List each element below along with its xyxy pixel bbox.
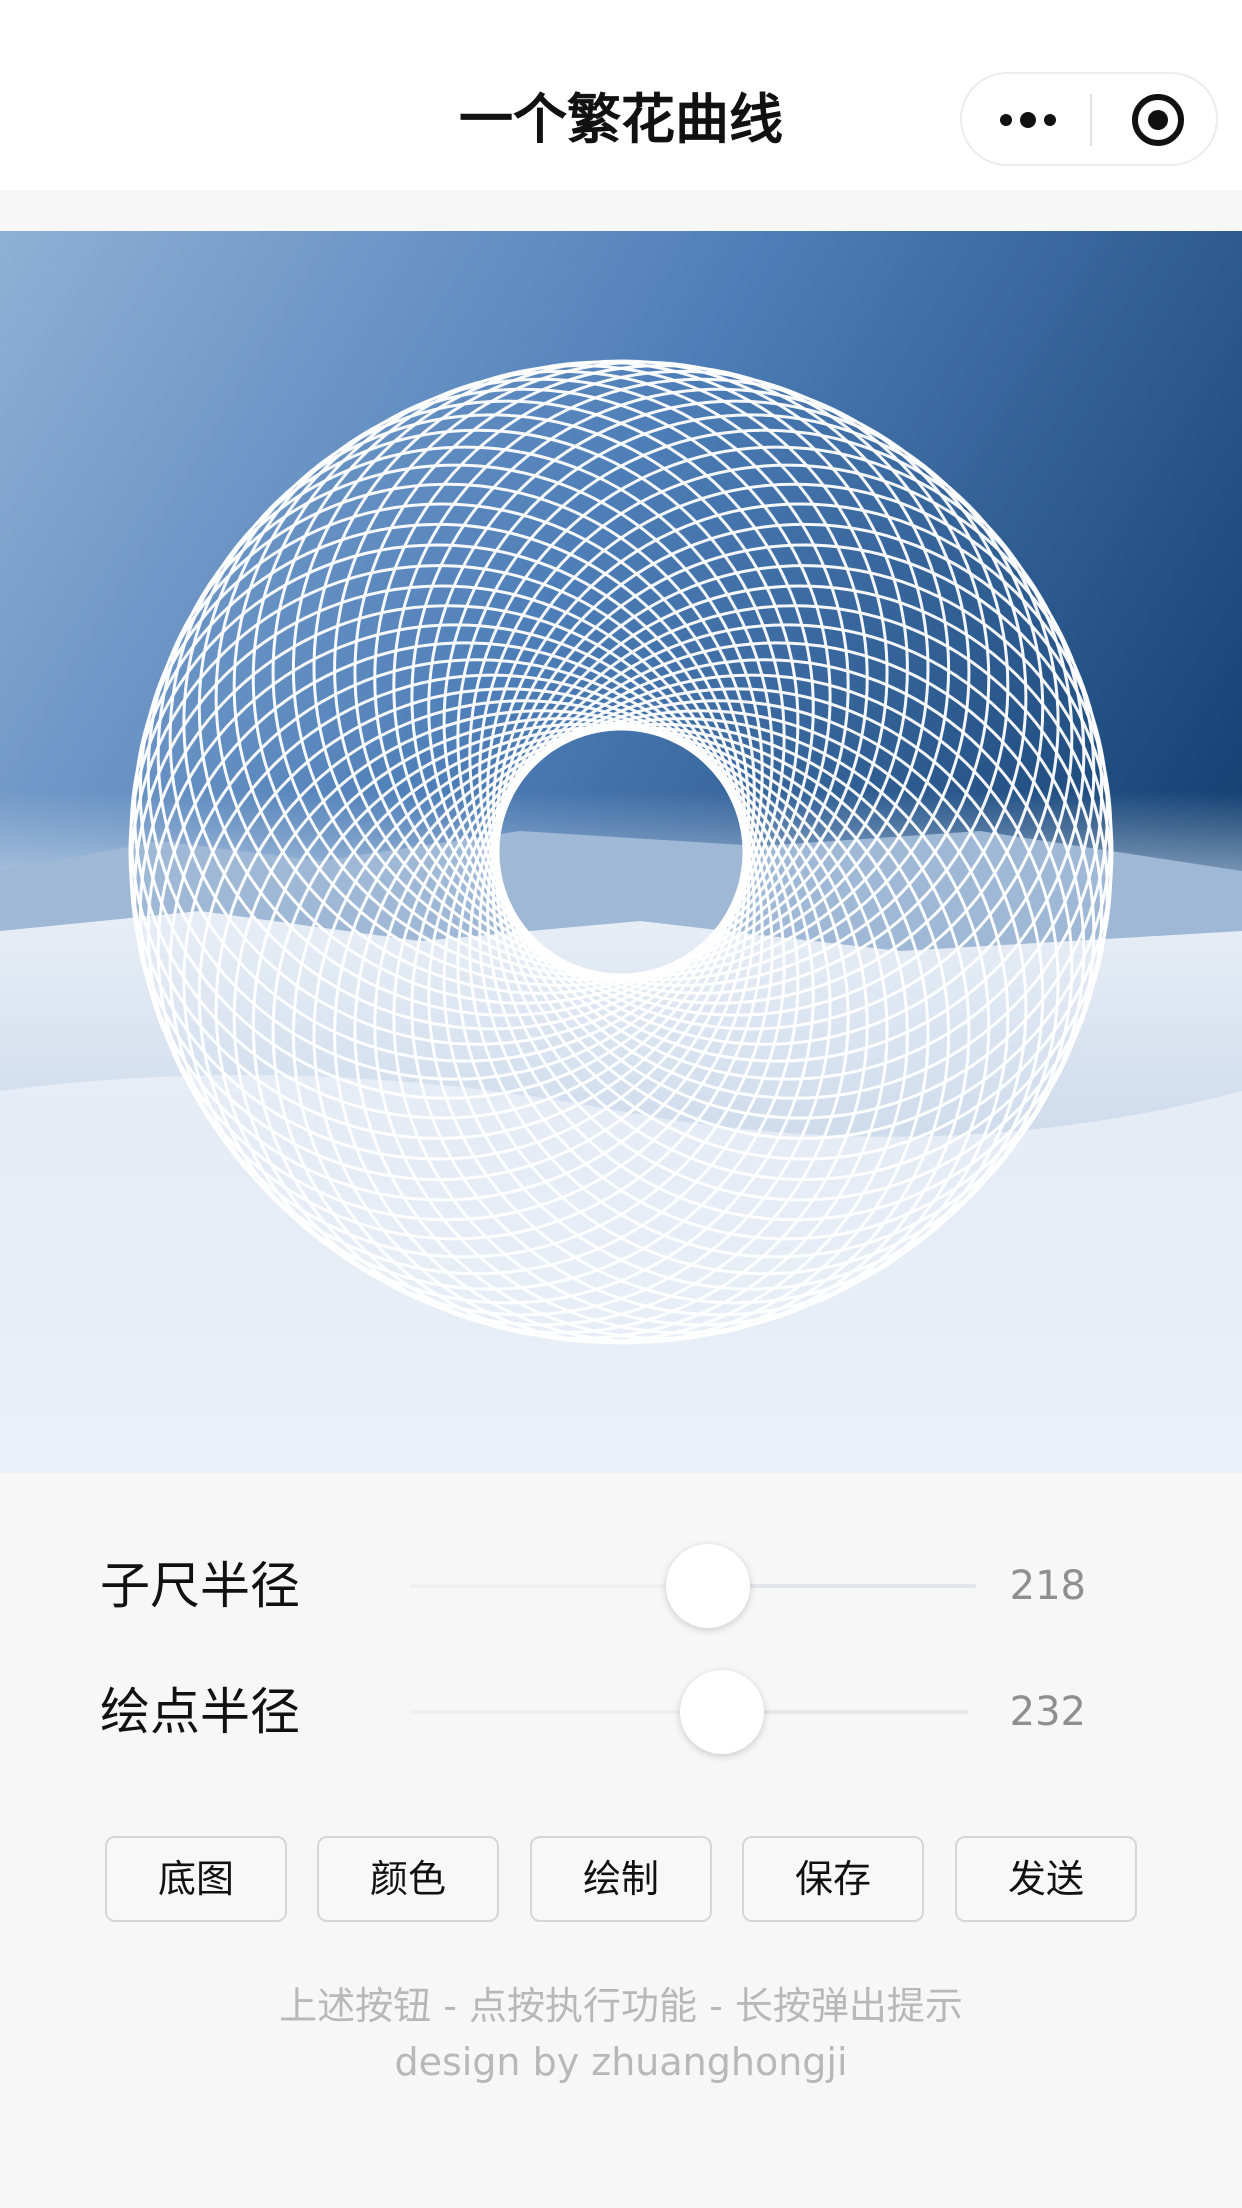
send-button[interactable]: 发送 (955, 1836, 1137, 1922)
draw-button[interactable]: 绘制 (530, 1836, 712, 1922)
slider-thumb[interactable] (680, 1670, 764, 1754)
slider-row-child-radius: 子尺半径 218 (0, 1536, 1242, 1636)
slider-thumb[interactable] (666, 1544, 750, 1628)
slider-label: 子尺半径 (100, 1557, 300, 1615)
base-image-button[interactable]: 底图 (105, 1836, 287, 1922)
slider-row-point-radius: 绘点半径 232 (0, 1662, 1242, 1762)
navigation-bar: 一个繁花曲线 (0, 0, 1242, 190)
save-button[interactable]: 保存 (742, 1836, 924, 1922)
footer-credit: design by zhuanghongji (394, 2040, 848, 2084)
spirograph-svg (0, 231, 1242, 1473)
slider-label: 绘点半径 (100, 1683, 300, 1741)
menu-capsule (960, 72, 1218, 166)
more-dots-icon[interactable] (998, 102, 1058, 138)
footer-hint: 上述按钮 - 点按执行功能 - 长按弹出提示 (279, 1984, 963, 2028)
color-button[interactable]: 颜色 (317, 1836, 499, 1922)
spirograph-canvas[interactable] (0, 231, 1242, 1473)
slider-value: 218 (1009, 1563, 1086, 1609)
slider-value: 232 (1009, 1689, 1086, 1735)
action-button-row: 底图 颜色 绘制 保存 发送 (0, 1836, 1242, 1924)
target-record-icon[interactable] (1130, 92, 1186, 148)
snow-foreground (0, 1075, 1242, 1473)
slider-track-filled (410, 1710, 722, 1714)
slider-track-filled (410, 1584, 710, 1588)
capsule-divider (1090, 94, 1092, 146)
